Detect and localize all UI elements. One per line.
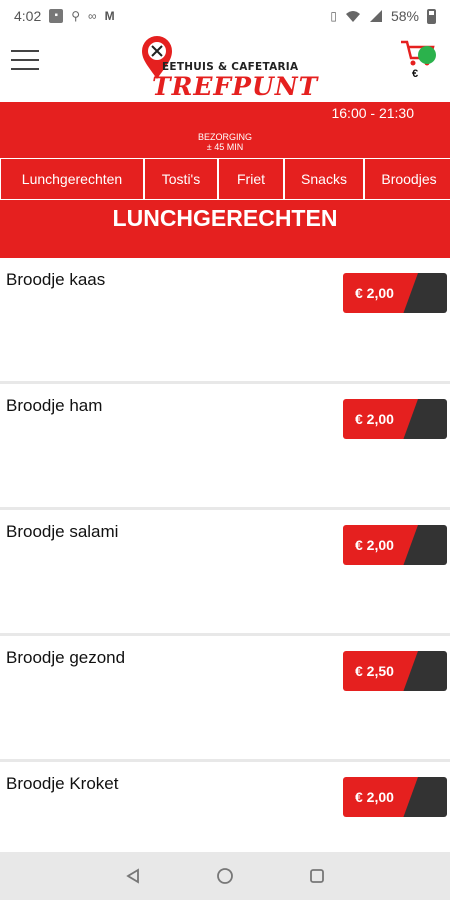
- tab-snacks[interactable]: Snacks: [284, 159, 364, 199]
- add-to-cart-button[interactable]: € 2,00: [343, 777, 447, 817]
- tab-friet[interactable]: Friet: [218, 159, 284, 199]
- category-tabs: Lunchgerechten Tosti's Friet Snacks Broo…: [0, 158, 450, 200]
- menu-list: Broodje kaas € 2,00 Broodje ham € 2,00 B…: [0, 258, 450, 888]
- battery-percent: 58%: [390, 8, 419, 24]
- recents-icon[interactable]: [306, 865, 328, 887]
- opening-hours: 16:00 - 21:30: [331, 105, 414, 121]
- notification-icon: ⚲: [71, 9, 81, 23]
- tab-tostis[interactable]: Tosti's: [144, 159, 218, 199]
- add-to-cart-button[interactable]: € 2,50: [343, 651, 447, 691]
- tab-lunchgerechten[interactable]: Lunchgerechten: [0, 159, 144, 199]
- status-bar: 4:02 ▪ ⚲ ∞ M ▯ 58%: [0, 0, 450, 32]
- delivery-label: BEZORGING: [197, 132, 252, 142]
- wifi-icon: [345, 11, 360, 22]
- menu-item: Broodje gezond € 2,50: [0, 636, 450, 762]
- app-header: EETHUIS & CAFETARIA TREFPUNT €: [0, 32, 450, 102]
- delivery-duration: ± 45 MIN: [206, 142, 244, 152]
- notification-icon: ∞: [88, 9, 97, 23]
- menu-item: Broodje kaas € 2,00: [0, 258, 450, 384]
- logo-title: TREFPUNT: [152, 72, 319, 101]
- delivery-time: BEZORGING ± 45 MIN: [0, 132, 450, 152]
- menu-icon[interactable]: [11, 50, 39, 72]
- item-name: Broodje gezond: [6, 648, 126, 667]
- home-icon[interactable]: [214, 865, 236, 887]
- status-time: 4:02: [14, 8, 42, 24]
- battery-icon: [427, 8, 436, 24]
- menu-item: Broodje salami € 2,00: [0, 510, 450, 636]
- system-nav-bar: [0, 852, 450, 900]
- item-name: Broodje salami: [6, 522, 119, 541]
- item-name: Broodje ham: [6, 396, 103, 415]
- vibrate-icon: ▯: [330, 9, 337, 23]
- info-bar: 16:00 - 21:30 BEZORGING ± 45 MIN: [0, 102, 450, 158]
- item-name: Broodje kaas: [6, 270, 106, 289]
- cart-button[interactable]: €: [400, 38, 442, 82]
- cart-badge: [418, 46, 436, 64]
- tab-broodjes[interactable]: Broodjes: [364, 159, 450, 199]
- signal-icon: [369, 10, 382, 22]
- add-to-cart-button[interactable]: € 2,00: [343, 525, 447, 565]
- menu-item: Broodje ham € 2,00: [0, 384, 450, 510]
- back-icon[interactable]: [122, 865, 144, 887]
- cart-total: €: [412, 68, 419, 80]
- notification-icon: M: [104, 9, 115, 23]
- section-title: LUNCHGERECHTEN: [0, 200, 450, 258]
- logo: EETHUIS & CAFETARIA TREFPUNT: [140, 36, 317, 101]
- add-to-cart-button[interactable]: € 2,00: [343, 399, 447, 439]
- item-name: Broodje Kroket: [6, 774, 119, 793]
- add-to-cart-button[interactable]: € 2,00: [343, 273, 447, 313]
- notification-icon: ▪: [49, 9, 64, 23]
